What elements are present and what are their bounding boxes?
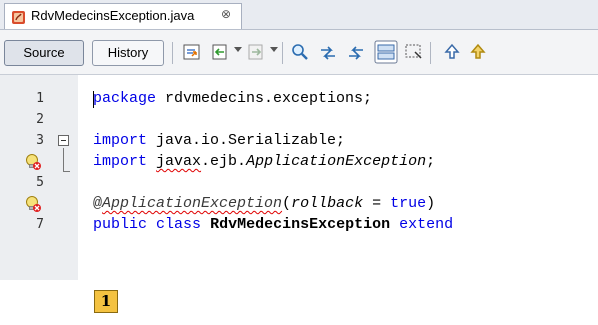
line-number: 5	[36, 175, 44, 190]
annotation-name-token: ApplicationException	[102, 195, 283, 212]
class-name-token: ApplicationException	[246, 153, 427, 170]
step-number-badge: 1	[94, 290, 118, 313]
line-number: 1	[36, 91, 44, 106]
code-token: =	[363, 195, 391, 212]
code-line: 7 public class RdvMedecinsException exte…	[0, 215, 598, 235]
code-editor: RdvMedecinsException.java ⊗ Source Histo…	[0, 0, 598, 280]
code-token: ;	[426, 153, 436, 170]
keyword-token: class	[156, 216, 202, 233]
line-number: 3	[36, 133, 44, 148]
next-bookmark-icon[interactable]	[468, 42, 488, 62]
code-token: java.io.Serializable;	[147, 132, 346, 149]
code-text[interactable]: public class RdvMedecinsException extend	[93, 216, 453, 233]
code-line: import javax.ejb.ApplicationException;	[0, 152, 598, 172]
keyword-token: import	[93, 132, 148, 149]
history-button[interactable]: History	[92, 40, 164, 66]
code-token: (	[282, 195, 292, 212]
editor-tab-bar: RdvMedecinsException.java ⊗	[0, 0, 598, 30]
file-tab[interactable]: RdvMedecinsException.java ⊗	[4, 3, 242, 29]
keyword-token: import	[93, 153, 148, 170]
back-icon[interactable]	[210, 42, 230, 62]
source-button[interactable]: Source	[4, 40, 84, 66]
editor-toolbar: Source History	[0, 30, 598, 75]
previous-bookmark-icon[interactable]	[442, 42, 462, 62]
keyword-token: extend	[399, 216, 454, 233]
code-line: 3 import java.io.Serializable;	[0, 131, 598, 151]
class-declaration-token: RdvMedecinsException	[210, 216, 391, 233]
code-text[interactable]: import java.io.Serializable;	[93, 132, 345, 149]
code-line: 1 package rdvmedecins.exceptions;	[0, 89, 598, 109]
keyword-token: package	[93, 90, 157, 107]
keyword-token: public	[93, 216, 148, 233]
code-line: @ApplicationException(rollback = true)	[0, 194, 598, 214]
fold-collapse-icon[interactable]	[58, 135, 69, 146]
code-token: )	[426, 195, 436, 212]
code-token: .ejb.	[201, 153, 247, 170]
toolbar-separator	[282, 42, 283, 64]
line-number: 7	[36, 217, 44, 232]
code-text[interactable]: import javax.ejb.ApplicationException;	[93, 153, 435, 170]
keyword-token: true	[390, 195, 427, 212]
code-token: rdvmedecins.exceptions;	[156, 90, 373, 107]
toggle-highlight-icon[interactable]	[374, 40, 398, 64]
code-line: 5	[0, 173, 598, 193]
parameter-token: rollback	[291, 195, 364, 212]
warning-lightbulb-icon[interactable]	[24, 153, 42, 171]
java-file-icon	[12, 11, 25, 24]
back-dropdown-icon[interactable]	[234, 47, 242, 52]
code-text[interactable]: package rdvmedecins.exceptions;	[93, 90, 372, 107]
annotation-token: @	[93, 195, 103, 212]
toolbar-separator	[430, 42, 431, 64]
find-icon[interactable]	[290, 42, 310, 62]
toolbar-separator	[172, 42, 173, 64]
goto-source-icon[interactable]	[182, 42, 202, 62]
forward-dropdown-icon[interactable]	[270, 47, 278, 52]
forward-icon[interactable]	[246, 42, 266, 62]
tab-title: RdvMedecinsException.java	[31, 8, 195, 23]
toggle-rectangular-selection-icon[interactable]	[404, 42, 424, 62]
previous-occurrence-icon[interactable]	[318, 42, 338, 62]
line-number: 2	[36, 112, 44, 127]
warning-lightbulb-icon[interactable]	[24, 195, 42, 213]
close-tab-icon[interactable]: ⊗	[221, 7, 231, 21]
code-text[interactable]: @ApplicationException(rollback = true)	[93, 195, 435, 212]
error-token: javax	[156, 153, 202, 170]
next-occurrence-icon[interactable]	[346, 42, 366, 62]
code-line: 2	[0, 110, 598, 130]
